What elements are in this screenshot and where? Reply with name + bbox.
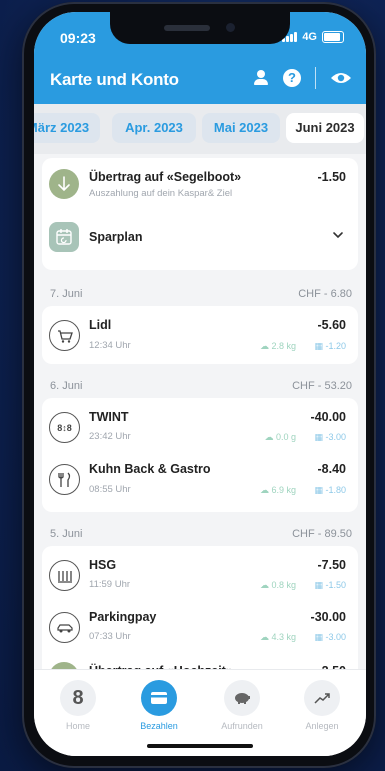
day-header-date: 7. Juni <box>50 288 83 300</box>
month-tabs: März 2023 Apr. 2023 Mai 2023 Juni 2023 <box>34 104 366 154</box>
tab-anlegen[interactable]: Anlegen <box>292 680 352 731</box>
transaction-title: TWINT <box>89 410 129 424</box>
tab-home[interactable]: 8 Home <box>48 680 108 731</box>
app-screen: 09:23 4G Karte und Konto ? März 2023 Apr… <box>34 12 366 756</box>
tab-bezahlen-label: Bezahlen <box>140 721 178 731</box>
card-icon <box>141 680 177 716</box>
transaction-title: Lidl <box>89 318 112 332</box>
day-header-total: CHF - 53.20 <box>292 380 352 392</box>
chart-up-icon <box>304 680 340 716</box>
tab-bezahlen[interactable]: Bezahlen <box>129 680 189 731</box>
network-label: 4G <box>302 31 317 43</box>
day-header-total: CHF - 6.80 <box>298 288 352 300</box>
transaction-time: 11:59 Uhr <box>89 579 131 590</box>
transaction-row[interactable]: HSG 11:59 Uhr -7.50 ☁ 0.8 kg ▦ -1.50 <box>42 546 358 602</box>
co2-value: ☁ 6.9 kg <box>259 485 296 495</box>
calendar-icon <box>49 222 79 252</box>
tab-aufrunden-label: Aufrunden <box>221 721 263 731</box>
home-logo-icon: 8 <box>60 680 96 716</box>
transaction-time: 23:42 Uhr <box>89 431 131 442</box>
header-divider <box>315 67 316 89</box>
sparplan-row[interactable]: Sparplan <box>42 212 358 268</box>
status-indicators: 4G <box>282 31 344 43</box>
transaction-row[interactable]: 8↕8 TWINT 23:42 Uhr -40.00 ☁ 0.0 g ▦ -3.… <box>42 398 358 454</box>
transfer-amount: -1.50 <box>317 170 347 184</box>
tab-anlegen-label: Anlegen <box>305 721 339 731</box>
co2-value: ☁ 4.3 kg <box>259 632 296 642</box>
cashback-value: ▦ -3.00 <box>314 632 346 642</box>
day-header-date: 5. Juni <box>50 528 83 540</box>
tab-juni-2023[interactable]: Juni 2023 <box>286 113 364 143</box>
university-icon <box>49 560 80 591</box>
sparplan-label: Sparplan <box>89 230 143 244</box>
arrow-down-icon <box>49 169 79 199</box>
cashback-value: ▦ -3.00 <box>314 432 346 442</box>
car-icon <box>49 612 80 643</box>
transaction-title: HSG <box>89 558 117 572</box>
transaction-amount: -30.00 <box>310 610 346 624</box>
cashback-value: ▦ -1.80 <box>314 485 346 495</box>
day-card: 8↕8 TWINT 23:42 Uhr -40.00 ☁ 0.0 g ▦ -3.… <box>42 398 358 512</box>
transaction-amount: -8.40 <box>317 462 347 476</box>
day-card: HSG 11:59 Uhr -7.50 ☁ 0.8 kg ▦ -1.50 Par… <box>42 546 358 692</box>
co2-value: ☁ 0.8 kg <box>259 580 296 590</box>
shopping-cart-icon <box>49 320 80 351</box>
transaction-time: 08:55 Uhr <box>89 484 131 495</box>
transaction-row[interactable]: Lidl 12:34 Uhr -5.60 ☁ 2.8 kg ▦ -1.20 <box>42 306 358 364</box>
transaction-row[interactable]: Kuhn Back & Gastro 08:55 Uhr -8.40 ☁ 6.9… <box>42 454 358 512</box>
transaction-title: Parkingpay <box>89 610 157 624</box>
header-actions: ? <box>253 67 352 89</box>
tab-aufrunden[interactable]: Aufrunden <box>212 680 272 731</box>
day-card: Lidl 12:34 Uhr -5.60 ☁ 2.8 kg ▦ -1.20 <box>42 306 358 364</box>
tab-maerz-2023[interactable]: März 2023 <box>34 113 100 143</box>
device-notch <box>110 12 290 44</box>
cashback-value: ▦ -1.50 <box>314 580 346 590</box>
co2-value: ☁ 0.0 g <box>264 432 296 442</box>
day-header-date: 6. Juni <box>50 380 83 392</box>
battery-icon <box>322 31 344 43</box>
transaction-amount: -40.00 <box>310 410 346 424</box>
help-icon[interactable]: ? <box>283 69 301 87</box>
transfer-row[interactable]: Übertrag auf «Segelboot» Auszahlung auf … <box>42 158 358 212</box>
transaction-amount: -5.60 <box>317 318 347 332</box>
cashback-value: ▦ -1.20 <box>314 341 346 351</box>
transfer-title: Übertrag auf «Segelboot» <box>89 170 242 184</box>
profile-icon[interactable] <box>253 70 269 86</box>
cutlery-icon <box>49 464 80 495</box>
home-indicator <box>147 744 253 748</box>
savings-card: Übertrag auf «Segelboot» Auszahlung auf … <box>42 158 358 270</box>
bottom-tab-bar: 8 Home Bezahlen Aufrunden Anlegen <box>34 669 366 756</box>
transaction-time: 12:34 Uhr <box>89 340 131 351</box>
page-title: Karte und Konto <box>50 70 179 89</box>
twint-icon: 8↕8 <box>49 412 80 443</box>
tab-mai-2023[interactable]: Mai 2023 <box>202 113 280 143</box>
transaction-time: 07:33 Uhr <box>89 631 131 642</box>
transfer-subtitle: Auszahlung auf dein Kaspar& Ziel <box>89 188 233 199</box>
transaction-amount: -7.50 <box>317 558 347 572</box>
day-header-total: CHF - 89.50 <box>292 528 352 540</box>
transaction-row[interactable]: Parkingpay 07:33 Uhr -30.00 ☁ 4.3 kg ▦ -… <box>42 602 358 658</box>
status-time: 09:23 <box>60 30 96 46</box>
transaction-title: Kuhn Back & Gastro <box>89 462 211 476</box>
eye-icon[interactable] <box>330 71 352 85</box>
tab-home-label: Home <box>65 721 90 731</box>
co2-value: ☁ 2.8 kg <box>259 341 296 351</box>
piggy-bank-icon <box>224 680 260 716</box>
chevron-down-icon[interactable] <box>332 228 344 246</box>
tab-apr-2023[interactable]: Apr. 2023 <box>112 113 196 143</box>
